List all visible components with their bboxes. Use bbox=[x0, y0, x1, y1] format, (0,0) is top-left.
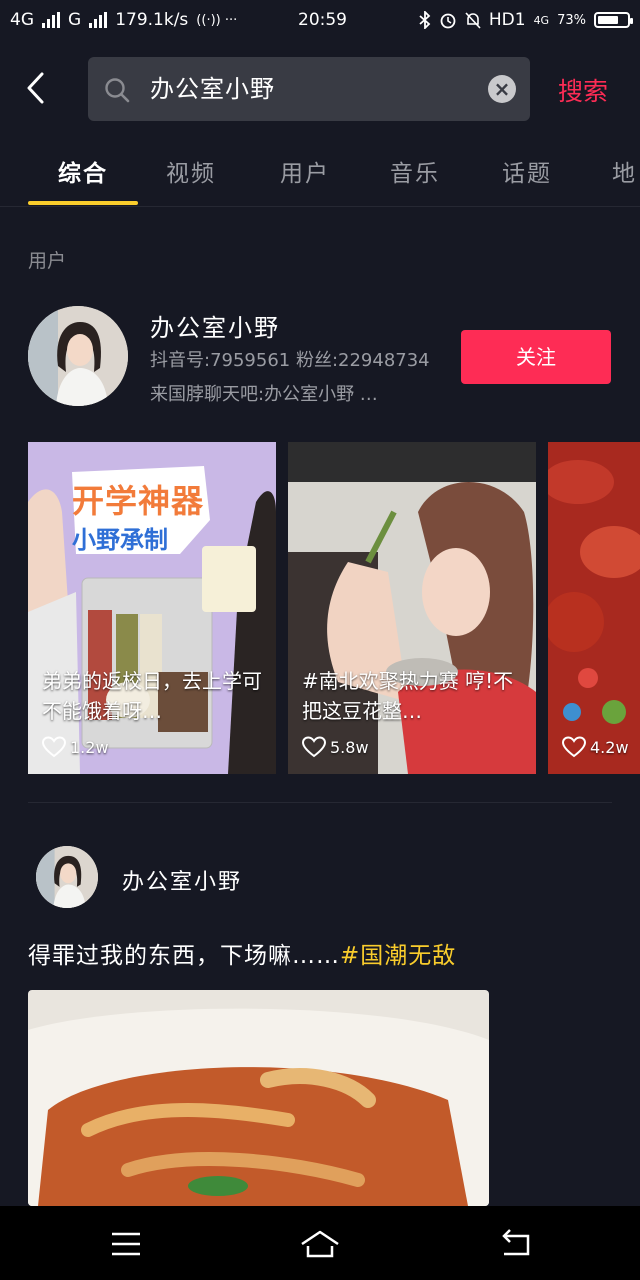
like-count: 1.2w bbox=[42, 736, 109, 758]
video-card[interactable]: 开学神器 小野承制 弟弟的返校日，去上学可不能饿着呀… 1.2w bbox=[28, 442, 276, 774]
search-button[interactable]: 搜索 bbox=[558, 72, 608, 108]
chevron-left-icon[interactable] bbox=[22, 68, 52, 108]
system-nav-bar bbox=[0, 1206, 640, 1280]
network-type-1: 4G bbox=[10, 10, 34, 30]
video-caption: #南北欢聚热力赛 哼!不把这豆花整… bbox=[302, 669, 514, 723]
user-name: 办公室小野 bbox=[150, 314, 280, 342]
status-bar: 4G G 179.1k/s ((·)) ··· 20:59 HD1 4G 73% bbox=[0, 0, 640, 42]
video-caption: 弟弟的返校日，去上学可不能饿着呀… bbox=[42, 669, 262, 723]
tab-location[interactable]: 地 bbox=[612, 154, 637, 188]
heart-outline-icon bbox=[42, 736, 66, 758]
status-right: HD1 4G 73% bbox=[419, 10, 633, 30]
signal-icon bbox=[42, 12, 60, 28]
network-type-3: 4G bbox=[533, 13, 550, 27]
battery-icon bbox=[594, 12, 633, 28]
overlay-subtitle: 小野承制 bbox=[72, 526, 168, 554]
avatar[interactable] bbox=[28, 306, 128, 406]
like-count-text: 5.8w bbox=[330, 737, 369, 757]
home-icon[interactable] bbox=[298, 1224, 342, 1264]
follow-button[interactable]: 关注 bbox=[461, 330, 611, 384]
menu-icon[interactable] bbox=[106, 1224, 146, 1264]
status-extra: ((·)) ··· bbox=[196, 12, 238, 28]
like-count-text: 1.2w bbox=[70, 737, 109, 757]
like-count: 5.8w bbox=[302, 736, 369, 758]
heart-outline-icon bbox=[302, 736, 326, 758]
user-description: 来国脖聊天吧:办公室小野 … bbox=[150, 384, 378, 405]
avatar[interactable] bbox=[36, 846, 98, 908]
alarm-icon bbox=[440, 13, 456, 29]
hd-indicator: HD1 bbox=[488, 10, 526, 30]
video-thumbnail bbox=[28, 990, 489, 1206]
hashtag-link[interactable]: #国潮无敌 bbox=[340, 943, 456, 969]
tab-video[interactable]: 视频 bbox=[166, 154, 216, 188]
post-header[interactable]: 办公室小野 bbox=[0, 842, 640, 912]
video-card[interactable]: #南北欢聚热力赛 哼!不把这豆花整… 5.8w bbox=[288, 442, 536, 774]
clock: 20:59 bbox=[298, 10, 347, 30]
mute-icon bbox=[465, 12, 481, 29]
like-count: 4.2w bbox=[562, 736, 629, 758]
overlay-title: 开学神器 bbox=[72, 482, 205, 520]
tab-all[interactable]: 综合 bbox=[58, 154, 108, 188]
search-query: 办公室小野 bbox=[150, 75, 275, 103]
video-carousel: 开学神器 小野承制 弟弟的返校日，去上学可不能饿着呀… 1.2w #南北欢聚热力… bbox=[28, 442, 640, 774]
active-tab-indicator bbox=[28, 201, 138, 205]
tab-bar: 综合 视频 用户 音乐 话题 地 bbox=[0, 140, 640, 207]
video-card[interactable]: 4.2w bbox=[548, 442, 640, 774]
like-count-text: 4.2w bbox=[590, 737, 629, 757]
search-icon bbox=[105, 78, 130, 103]
section-label-users: 用户 bbox=[28, 250, 67, 272]
search-header: 办公室小野 × 搜索 bbox=[0, 52, 640, 128]
network-type-2: G bbox=[68, 10, 82, 30]
post-text: 得罪过我的东西，下场嘛……#国潮无敌 bbox=[28, 936, 456, 970]
clear-icon[interactable]: × bbox=[488, 75, 516, 103]
user-result-card[interactable]: 办公室小野 抖音号:7959561 粉丝:22948734 来国脖聊天吧:办公室… bbox=[0, 300, 640, 410]
tab-users[interactable]: 用户 bbox=[280, 154, 330, 188]
tab-music[interactable]: 音乐 bbox=[390, 154, 440, 188]
search-input[interactable]: 办公室小野 × bbox=[88, 57, 530, 121]
tab-topics[interactable]: 话题 bbox=[502, 154, 552, 188]
video-thumbnail bbox=[548, 442, 640, 774]
signal-icon bbox=[89, 12, 108, 28]
section-divider bbox=[28, 802, 612, 803]
post-author[interactable]: 办公室小野 bbox=[122, 864, 242, 896]
back-icon[interactable] bbox=[496, 1224, 536, 1264]
network-speed: 179.1k/s bbox=[115, 10, 189, 30]
post-body: 得罪过我的东西，下场嘛…… bbox=[28, 943, 340, 969]
post-video-preview[interactable] bbox=[28, 990, 489, 1206]
bluetooth-icon bbox=[419, 11, 431, 29]
status-left: 4G G 179.1k/s ((·)) ··· bbox=[10, 10, 237, 30]
user-id-followers: 抖音号:7959561 粉丝:22948734 bbox=[150, 350, 430, 371]
heart-outline-icon bbox=[562, 736, 586, 758]
battery-percent: 73% bbox=[557, 12, 586, 28]
